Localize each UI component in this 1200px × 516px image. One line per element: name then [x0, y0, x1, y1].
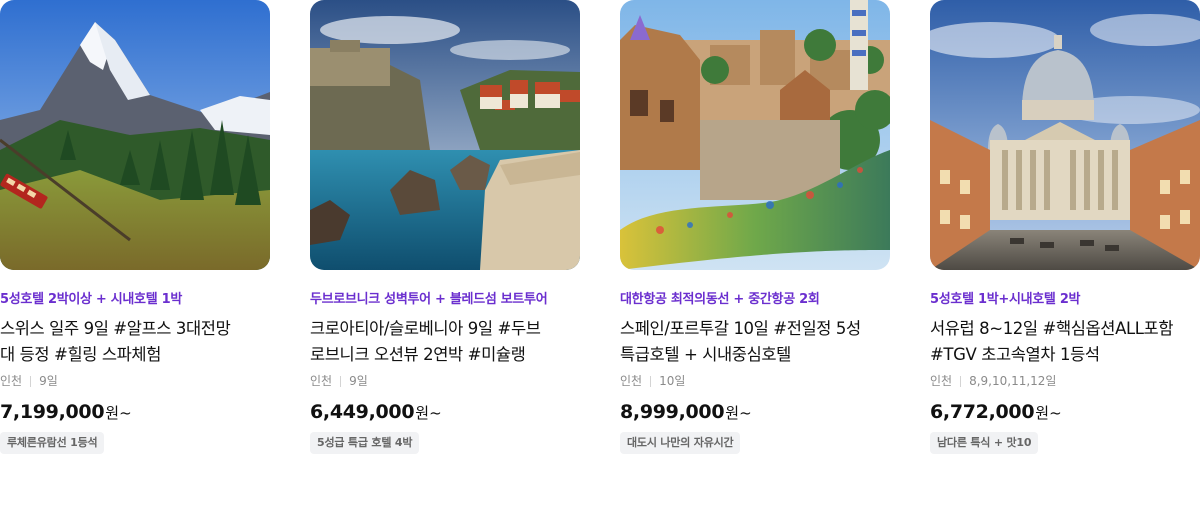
st-peters-basilica-image: [930, 0, 1200, 270]
trip-duration: 8,9,10,11,12일: [969, 374, 1057, 388]
trip-duration: 9일: [349, 374, 368, 388]
price-currency: 원~: [1035, 404, 1062, 422]
product-title-line: 스위스 일주 9일 #알프스 3대전망: [0, 319, 231, 338]
matterhorn-image: [0, 0, 270, 270]
product-card[interactable]: 대한항공 최적의동선 + 중간항공 2회 스페인/포르투갈 10일 #전일정 5…: [620, 0, 890, 454]
product-meta: 인천 9일: [310, 373, 580, 389]
feature-tag: 루체른유람선 1등석: [0, 432, 105, 454]
park-guell-image: [620, 0, 890, 270]
price-currency: 원~: [105, 404, 132, 422]
product-title[interactable]: 스위스 일주 9일 #알프스 3대전망 대 등정 #힐링 스파체험: [0, 316, 270, 368]
price-value: 8,999,000: [620, 401, 725, 423]
product-image-spain[interactable]: [620, 0, 890, 270]
product-card-list: 5성호텔 2박이상 + 시내호텔 1박 스위스 일주 9일 #알프스 3대전망 …: [0, 0, 1200, 516]
meta-divider: [340, 375, 342, 387]
product-title-line: 서유럽 8~12일 #핵심옵션ALL포함: [930, 319, 1174, 338]
product-price: 6,449,000 원~: [310, 401, 580, 425]
promo-text: 대한항공 최적의동선 + 중간항공 2회: [620, 292, 820, 307]
product-meta: 인천 10일: [620, 373, 890, 389]
product-title-line: 대 등정 #힐링 스파체험: [0, 345, 161, 364]
price-currency: 원~: [725, 404, 752, 422]
departure-city: 인천: [310, 374, 333, 388]
product-title-line: 스페인/포르투갈 10일 #전일정 5성: [620, 319, 861, 338]
product-price: 8,999,000 원~: [620, 401, 890, 425]
promo-text: 5성호텔 2박이상 + 시내호텔 1박: [0, 292, 182, 307]
product-price: 6,772,000 원~: [930, 401, 1200, 425]
promo-text: 두브로브니크 성벽투어 + 블레드섬 보트투어: [310, 292, 548, 307]
trip-duration: 9일: [39, 374, 58, 388]
product-title-line: 로브니크 오션뷰 2연박 #미슐랭: [310, 345, 526, 364]
meta-divider: [30, 375, 32, 387]
product-price: 7,199,000 원~: [0, 401, 270, 425]
product-title[interactable]: 스페인/포르투갈 10일 #전일정 5성 특급호텔 + 시내중심호텔: [620, 316, 890, 368]
feature-tag: 남다른 특식 + 맛10: [930, 432, 1039, 454]
departure-city: 인천: [0, 374, 23, 388]
product-meta: 인천 9일: [0, 373, 270, 389]
meta-divider: [650, 375, 652, 387]
product-image-switzerland[interactable]: [0, 0, 270, 270]
product-card[interactable]: 5성호텔 1박+시내호텔 2박 서유럽 8~12일 #핵심옵션ALL포함 #TG…: [930, 0, 1200, 454]
dubrovnik-image: [310, 0, 580, 270]
product-card[interactable]: 5성호텔 2박이상 + 시내호텔 1박 스위스 일주 9일 #알프스 3대전망 …: [0, 0, 270, 454]
product-meta: 인천 8,9,10,11,12일: [930, 373, 1200, 389]
product-image-croatia[interactable]: [310, 0, 580, 270]
product-title[interactable]: 크로아티아/슬로베니아 9일 #두브 로브니크 오션뷰 2연박 #미슐랭: [310, 316, 580, 368]
product-title[interactable]: 서유럽 8~12일 #핵심옵션ALL포함 #TGV 초고속열차 1등석: [930, 316, 1200, 368]
departure-city: 인천: [620, 374, 643, 388]
product-title-line: 특급호텔 + 시내중심호텔: [620, 345, 791, 364]
promo-text: 5성호텔 1박+시내호텔 2박: [930, 292, 1081, 307]
meta-divider: [960, 375, 962, 387]
feature-tag: 대도시 나만의 자유시간: [620, 432, 741, 454]
product-image-western-europe[interactable]: [930, 0, 1200, 270]
price-value: 6,449,000: [310, 401, 415, 423]
product-title-line: 크로아티아/슬로베니아 9일 #두브: [310, 319, 541, 338]
price-currency: 원~: [415, 404, 442, 422]
feature-tag: 5성급 특급 호텔 4박: [310, 432, 420, 454]
price-value: 7,199,000: [0, 401, 105, 423]
price-value: 6,772,000: [930, 401, 1035, 423]
product-card[interactable]: 두브로브니크 성벽투어 + 블레드섬 보트투어 크로아티아/슬로베니아 9일 #…: [310, 0, 580, 454]
product-title-line: #TGV 초고속열차 1등석: [930, 345, 1100, 364]
trip-duration: 10일: [659, 374, 686, 388]
departure-city: 인천: [930, 374, 953, 388]
